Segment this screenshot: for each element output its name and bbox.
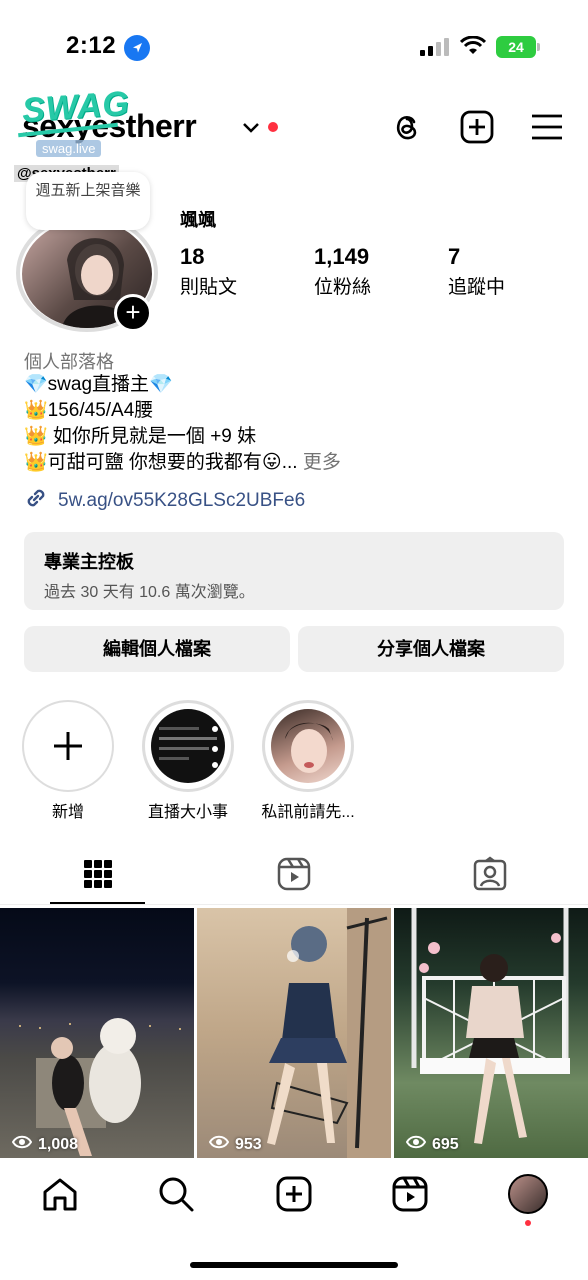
bio-line: 👑可甜可鹽 你想要的我都有😛... 更多 <box>24 450 341 476</box>
stat-label: 位粉絲 <box>314 277 372 298</box>
post-tile[interactable]: 695 <box>394 908 588 1158</box>
tagged-icon[interactable] <box>472 856 508 892</box>
share-profile-button[interactable]: 分享個人檔案 <box>298 626 564 672</box>
create-icon[interactable] <box>460 110 494 144</box>
bio-text: 👑可甜可鹽 你想要的我都有😛... <box>24 452 298 473</box>
highlight-cover <box>151 709 225 783</box>
reels-nav-icon[interactable] <box>390 1174 430 1214</box>
view-count: 695 <box>405 1135 459 1154</box>
grid-icon[interactable] <box>80 856 116 892</box>
dashboard-title: 專業主控板 <box>44 552 134 572</box>
highlight-label: 私訊前請先... <box>261 804 355 821</box>
highlight-label: 新增 <box>51 804 84 821</box>
stat-num: 7 <box>448 244 461 269</box>
professional-dashboard[interactable]: 專業主控板 過去 30 天有 10.6 萬次瀏覽。 <box>24 532 564 610</box>
stat-followers[interactable]: 1,149 位粉絲 <box>314 244 371 299</box>
post-tile[interactable]: 953 <box>197 908 391 1158</box>
view-count: 953 <box>208 1135 262 1154</box>
add-post-icon[interactable] <box>274 1174 314 1214</box>
view-count-text: 1,008 <box>38 1135 79 1153</box>
profile-link[interactable]: 5w.ag/ov55K28GLSc2UBFe6 <box>24 486 305 516</box>
reels-icon[interactable] <box>276 856 312 892</box>
profile-notification-dot <box>525 1220 531 1226</box>
eye-icon <box>11 1135 33 1154</box>
link-text: 5w.ag/ov55K28GLSc2UBFe6 <box>58 490 306 511</box>
profile-avatar-icon[interactable] <box>508 1174 548 1214</box>
eye-icon <box>405 1135 427 1154</box>
bio-line: 👑 如你所見就是一個 +9 妹 <box>24 426 257 447</box>
post-tile[interactable]: 1,008 <box>0 908 194 1158</box>
dashboard-subtitle: 過去 30 天有 10.6 萬次瀏覽。 <box>44 584 255 601</box>
home-indicator <box>190 1262 398 1268</box>
chevron-down-icon[interactable] <box>242 118 260 139</box>
bio-line: 💎swag直播主💎 <box>24 374 173 395</box>
stat-label: 追蹤中 <box>448 277 506 298</box>
swag-sub: swag.live <box>36 140 102 157</box>
signal-icon <box>420 38 449 56</box>
profile-category: 個人部落格 <box>24 352 114 372</box>
wifi-icon <box>459 35 487 61</box>
bio-line: 👑156/45/A4腰 <box>24 400 154 421</box>
stat-posts[interactable]: 18 則貼文 <box>180 244 237 299</box>
edit-profile-button[interactable]: 編輯個人檔案 <box>24 626 290 672</box>
note-bubble[interactable]: 週五新上架音樂 <box>26 172 150 230</box>
username-tail: r <box>184 108 197 144</box>
active-tab-indicator <box>50 902 145 904</box>
home-icon[interactable] <box>40 1174 80 1214</box>
battery-icon: 24 <box>496 36 536 58</box>
plus-icon <box>30 708 106 784</box>
location-arrow-icon <box>124 35 150 61</box>
add-story-button[interactable]: + <box>114 294 152 332</box>
link-icon <box>24 486 48 516</box>
eye-icon <box>208 1135 230 1154</box>
stat-following[interactable]: 7 追蹤中 <box>448 244 505 299</box>
status-time: 2:12 <box>66 32 117 59</box>
notification-dot <box>268 122 278 132</box>
battery-cap <box>537 43 540 51</box>
view-count-text: 695 <box>432 1135 459 1153</box>
highlight-cover <box>271 709 345 783</box>
tab-divider <box>0 904 588 905</box>
view-count: 1,008 <box>11 1135 79 1154</box>
search-icon[interactable] <box>156 1174 196 1214</box>
bio-more-link[interactable]: 更多 <box>303 452 341 473</box>
highlight-label: 直播大小事 <box>147 804 228 821</box>
highlight-dm[interactable] <box>262 700 354 792</box>
swag-logo: SWAG <box>20 84 132 130</box>
highlight-live[interactable] <box>142 700 234 792</box>
view-count-text: 953 <box>235 1135 262 1153</box>
stat-num: 18 <box>180 244 205 269</box>
stat-label: 則貼文 <box>180 277 238 298</box>
threads-icon[interactable] <box>390 110 424 144</box>
highlight-new[interactable] <box>22 700 114 792</box>
display-name: 颯颯 <box>180 210 216 230</box>
menu-icon[interactable] <box>530 110 564 144</box>
stat-num: 1,149 <box>314 244 370 269</box>
